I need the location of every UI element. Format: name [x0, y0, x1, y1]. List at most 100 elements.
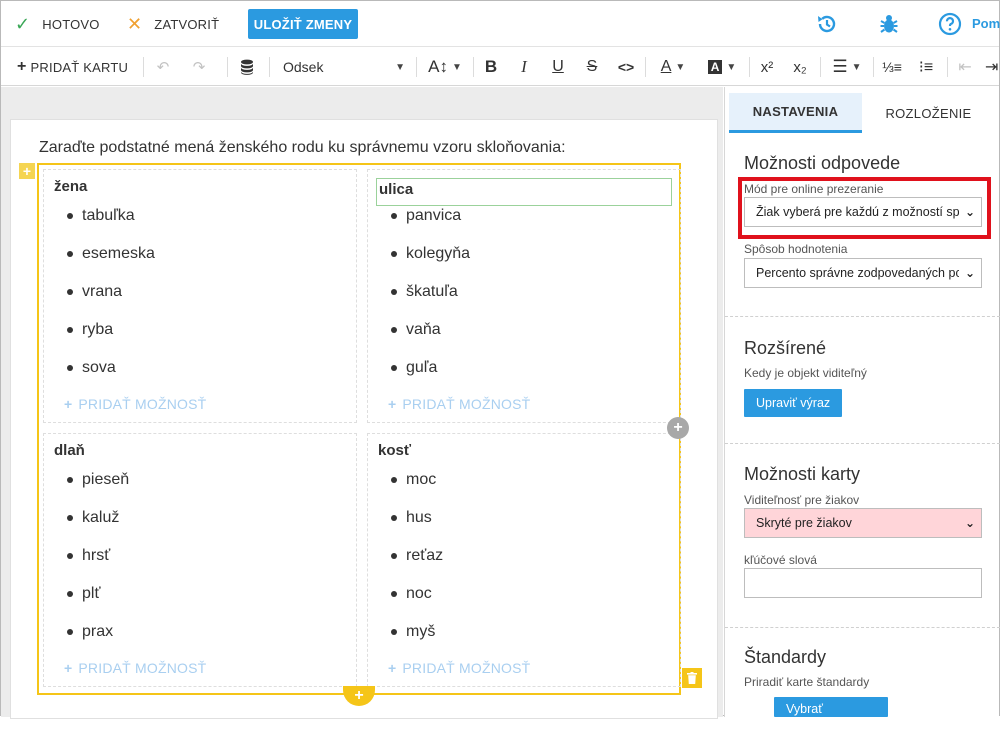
list-item[interactable]: guľa	[368, 356, 680, 394]
list-item[interactable]: reťaz	[368, 544, 680, 582]
undo-icon[interactable]: ↶	[151, 48, 175, 86]
align-left-icon: ☰	[832, 57, 848, 76]
highlight-color-button[interactable]: A ▼	[701, 48, 743, 86]
list-item[interactable]: kaluž	[44, 506, 356, 544]
format-toolbar: + PRIDAŤ KARTU ↶ ↷ Odsek ▼ A↕ ▼ B I U S <…	[1, 48, 999, 86]
list-item[interactable]: moc	[368, 468, 680, 506]
add-option-button[interactable]: + PRIDAŤ MOŽNOSŤ	[388, 660, 530, 676]
paragraph-style-value: Odsek	[283, 59, 324, 75]
add-option-label: PRIDAŤ MOŽNOSŤ	[78, 396, 207, 412]
plus-icon: +	[64, 660, 73, 676]
add-below-icon[interactable]: +	[343, 686, 375, 706]
category-cell[interactable]: žena tabuľka esemeska vrana ryba sova + P…	[43, 169, 357, 423]
outdent-icon[interactable]: ⇤	[953, 48, 977, 86]
italic-icon[interactable]: I	[512, 48, 536, 86]
category-cell[interactable]: dlaň pieseň kaluž hrsť plť prax + PRIDAŤ …	[43, 433, 357, 687]
divider	[473, 57, 474, 77]
add-option-button[interactable]: + PRIDAŤ MOŽNOSŤ	[388, 396, 530, 412]
trash-icon[interactable]	[682, 668, 702, 688]
divider	[227, 57, 228, 77]
save-changes-button[interactable]: ULOŽIŤ ZMENY	[248, 9, 358, 39]
text-color-button[interactable]: A ▼	[652, 48, 694, 86]
student-visibility-select[interactable]: Skryté pre žiakov ⌄	[744, 508, 982, 538]
add-card-label: PRIDAŤ KARTU	[30, 59, 129, 75]
plus-icon: +	[388, 396, 397, 412]
category-title[interactable]: žena	[54, 178, 87, 195]
select-standards-button[interactable]: Vybrať štandardy	[774, 697, 888, 730]
list-item[interactable]: vrana	[44, 280, 356, 318]
superscript-icon[interactable]: x²	[755, 48, 779, 86]
category-title[interactable]: kosť	[378, 442, 411, 459]
list-item[interactable]: škatuľa	[368, 280, 680, 318]
category-title[interactable]: dlaň	[54, 442, 85, 459]
add-column-icon[interactable]: +	[667, 417, 689, 439]
list-item[interactable]: plť	[44, 582, 356, 620]
add-option-label: PRIDAŤ MOŽNOSŤ	[402, 396, 531, 412]
option-list: tabuľka esemeska vrana ryba sova	[44, 204, 356, 394]
add-card-button[interactable]: + PRIDAŤ KARTU	[17, 48, 128, 86]
add-option-button[interactable]: + PRIDAŤ MOŽNOSŤ	[64, 396, 206, 412]
bug-icon[interactable]	[877, 12, 901, 36]
add-block-icon[interactable]: +	[19, 163, 35, 179]
list-item[interactable]: tabuľka	[44, 204, 356, 242]
list-item[interactable]: esemeska	[44, 242, 356, 280]
plus-icon: +	[388, 660, 397, 676]
close-button[interactable]: ✕ ZATVORIŤ	[127, 13, 219, 35]
close-label: ZATVORIŤ	[154, 16, 220, 32]
section-divider	[725, 627, 1000, 628]
tab-settings[interactable]: NASTAVENIA	[729, 93, 862, 133]
student-visibility-label: Viditeľnosť pre žiakov	[744, 493, 860, 507]
edit-expression-button[interactable]: Upraviť výraz	[744, 389, 843, 417]
add-option-button[interactable]: + PRIDAŤ MOŽNOSŤ	[64, 660, 206, 676]
text-color-icon: A	[660, 58, 672, 75]
question-text[interactable]: Zaraďte podstatné mená ženského rodu ku …	[39, 139, 566, 157]
check-icon: ✓	[15, 14, 31, 34]
bold-icon[interactable]: B	[479, 48, 503, 86]
settings-panel: NASTAVENIA ROZLOŽENIE Možnosti odpovede …	[724, 87, 1000, 730]
list-item[interactable]: myš	[368, 620, 680, 658]
list-item[interactable]: vaňa	[368, 318, 680, 356]
strikethrough-icon[interactable]: S	[580, 48, 604, 86]
align-button[interactable]: ☰ ▼	[827, 48, 867, 86]
redo-icon[interactable]: ↷	[187, 48, 211, 86]
bullet-list-icon[interactable]: ⁝≡	[913, 48, 939, 86]
list-item[interactable]: pieseň	[44, 468, 356, 506]
ordered-list-icon[interactable]: ⅓≡	[879, 48, 905, 86]
list-item[interactable]: sova	[44, 356, 356, 394]
list-item[interactable]: kolegyňa	[368, 242, 680, 280]
category-cell[interactable]: kosť moc hus reťaz noc myš + PRIDAŤ MOŽNO…	[367, 433, 681, 687]
underline-icon[interactable]: U	[546, 48, 570, 86]
font-size-icon: A↕	[428, 57, 448, 76]
keywords-input[interactable]	[744, 568, 982, 598]
paragraph-style-select[interactable]: Odsek ▼	[279, 48, 409, 86]
tab-layout[interactable]: ROZLOŽENIE	[862, 93, 995, 133]
chevron-down-icon: ▼	[851, 61, 862, 73]
answer-options-title: Možnosti odpovede	[744, 153, 901, 173]
list-item[interactable]: panvica	[368, 204, 680, 242]
help-icon[interactable]	[938, 12, 962, 36]
font-size-button[interactable]: A↕ ▼	[423, 48, 467, 86]
code-icon[interactable]: <>	[613, 48, 639, 86]
category-cell[interactable]: ulica panvica kolegyňa škatuľa vaňa guľa…	[367, 169, 681, 423]
chevron-down-icon: ⌄	[964, 266, 976, 280]
indent-icon[interactable]: ⇥	[985, 48, 999, 86]
database-icon[interactable]	[234, 48, 260, 86]
done-button[interactable]: ✓ HOTOVO	[15, 13, 100, 35]
list-item[interactable]: noc	[368, 582, 680, 620]
option-list: pieseň kaluž hrsť plť prax	[44, 468, 356, 658]
standards-title: Štandardy	[744, 647, 827, 667]
category-title[interactable]: ulica	[376, 178, 672, 206]
editor-area: Zaraďte podstatné mená ženského rodu ku …	[1, 87, 723, 719]
history-icon[interactable]	[815, 12, 839, 36]
done-label: HOTOVO	[42, 16, 100, 32]
categorize-block[interactable]: žena tabuľka esemeska vrana ryba sova + P…	[37, 163, 681, 695]
keywords-label: kľúčové slová	[744, 553, 817, 567]
subscript-icon[interactable]: x₂	[788, 48, 812, 86]
list-item[interactable]: hus	[368, 506, 680, 544]
list-item[interactable]: prax	[44, 620, 356, 658]
grading-select[interactable]: Percento správne zodpovedaných pc ⌄	[744, 258, 982, 288]
help-label[interactable]: Pom	[972, 16, 1000, 31]
list-item[interactable]: ryba	[44, 318, 356, 356]
list-item[interactable]: hrsť	[44, 544, 356, 582]
top-bar: ✓ HOTOVO ✕ ZATVORIŤ ULOŽIŤ ZMENY Pom	[1, 1, 1000, 47]
